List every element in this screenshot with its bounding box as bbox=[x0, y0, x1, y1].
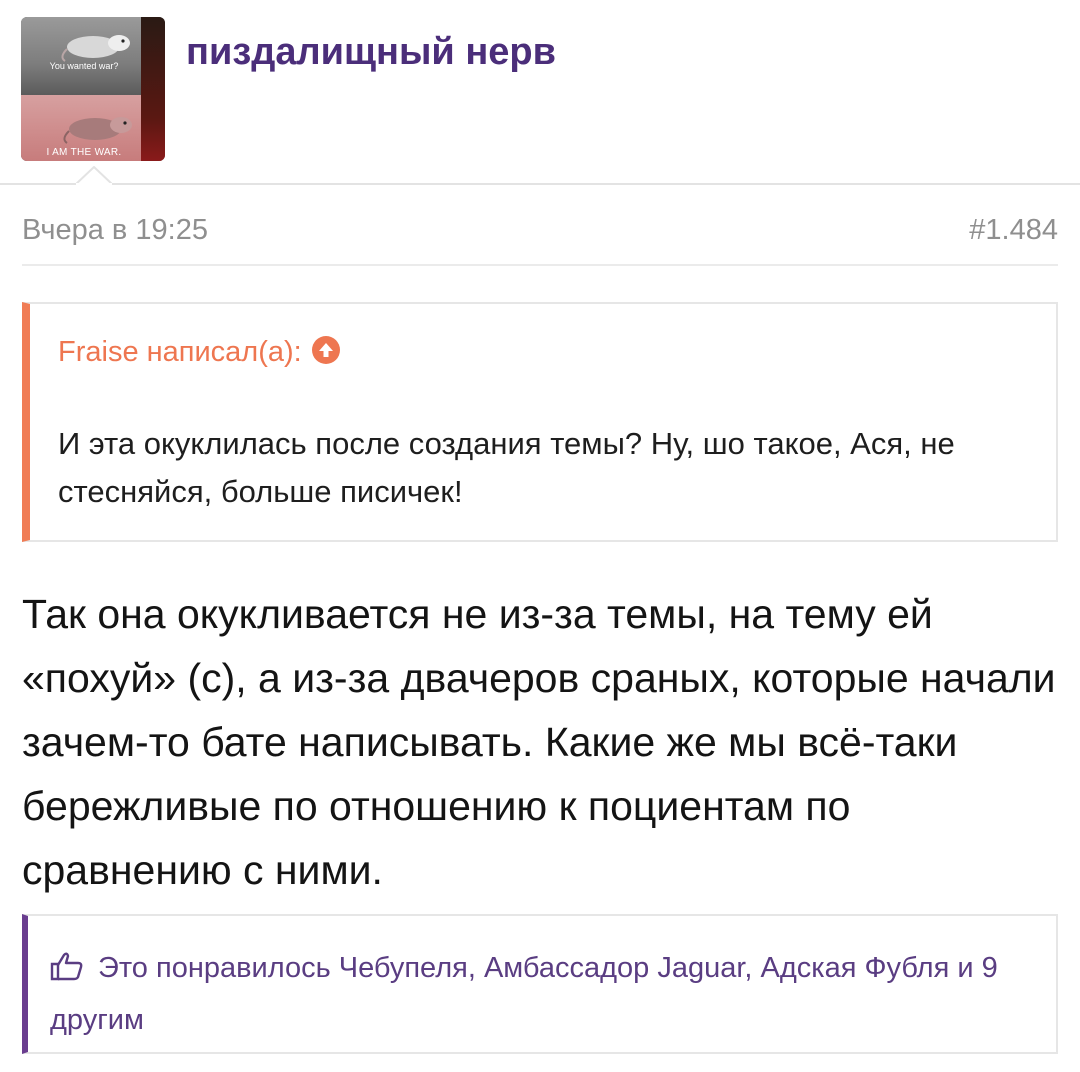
avatar-caption-top: You wanted war? bbox=[49, 61, 119, 71]
avatar-door-shape bbox=[141, 17, 165, 161]
quote-author[interactable]: Fraise написал(а): bbox=[58, 336, 340, 369]
avatar-possum-bottom bbox=[63, 117, 132, 144]
post-number[interactable]: #1.484 bbox=[969, 214, 1058, 247]
header-pointer-icon bbox=[76, 166, 112, 186]
quote-text: И эта окуклилась после создания темы? Ну… bbox=[58, 426, 955, 509]
likes-summary[interactable]: Это понравилось Чебупеля, Амбассадор Jag… bbox=[50, 942, 1030, 1046]
header-divider bbox=[0, 183, 1080, 185]
meta-divider bbox=[22, 264, 1058, 266]
avatar-caption-bottom: I AM THE WAR. bbox=[46, 147, 122, 158]
post-meta: Вчера в 19:25 #1.484 bbox=[22, 210, 1058, 258]
post-date[interactable]: Вчера в 19:25 bbox=[22, 214, 208, 247]
quote-author-label: Fraise написал(а): bbox=[58, 336, 302, 368]
thread-header: You wanted war? I AM THE WAR. пиздалищны… bbox=[0, 0, 1080, 186]
username-link[interactable]: пиздалищный нерв bbox=[186, 30, 556, 74]
likes-block: Это понравилось Чебупеля, Амбассадор Jag… bbox=[22, 914, 1058, 1054]
arrow-up-circle-icon[interactable] bbox=[311, 336, 340, 364]
avatar[interactable]: You wanted war? I AM THE WAR. bbox=[21, 17, 165, 161]
thumbs-up-icon bbox=[50, 952, 83, 981]
post-body: Так она окукливается не из-за темы, на т… bbox=[22, 591, 1056, 893]
quote-block: Fraise написал(а): И эта окуклилась посл… bbox=[22, 302, 1058, 542]
avatar-possum-top bbox=[61, 35, 130, 62]
likes-text: Это понравилось Чебупеля, Амбассадор Jag… bbox=[50, 952, 998, 1036]
